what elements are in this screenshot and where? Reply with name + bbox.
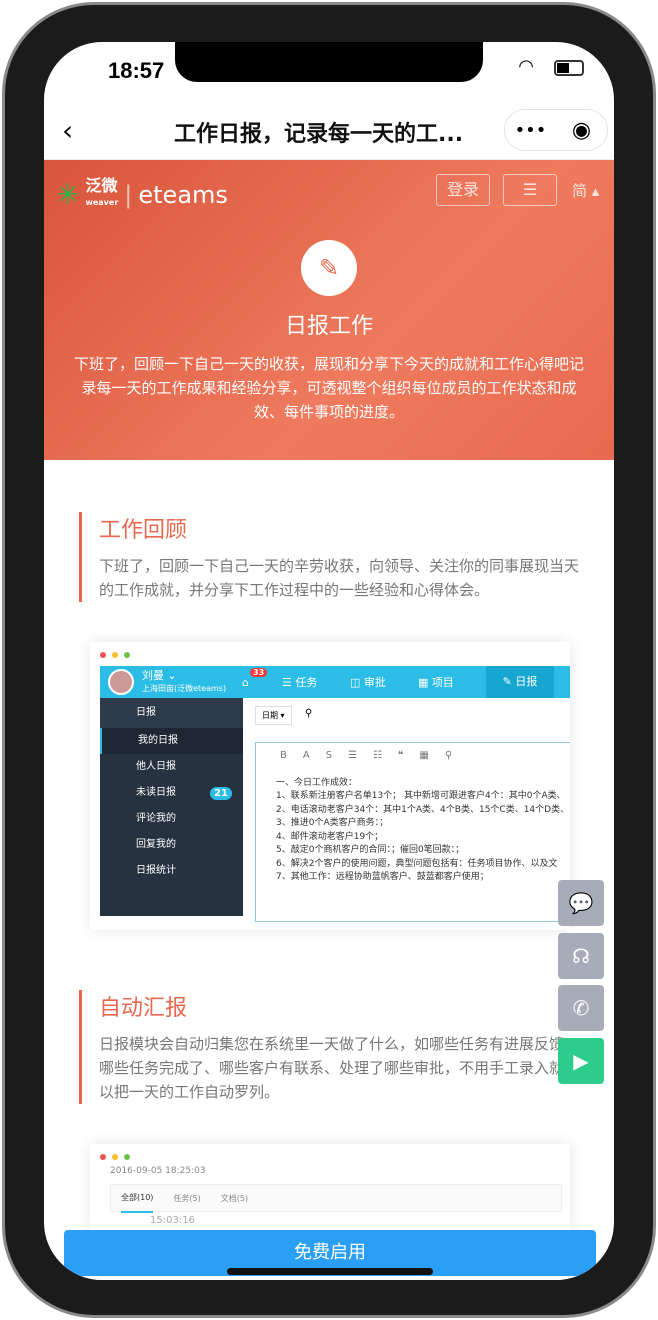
side-item: 日报统计	[136, 865, 176, 876]
headset-icon[interactable]: ☊	[558, 933, 604, 979]
side-header: 日报	[100, 698, 243, 728]
page-title: 工作日报，记录每一天的工...	[174, 122, 464, 147]
user-info: 刘曼 ⌄ 上海田亩(泛微eteams)	[142, 668, 227, 693]
language-toggle[interactable]: 简 ▴	[572, 180, 599, 201]
section-description: 日报模块会自动归集您在系统里一天做了什么，如哪些任务有进展反馈、哪些任务完成了、…	[99, 1035, 580, 1101]
report-editor: B A S ☰ ☷ ❝ ▦ ⚲ 一、今日工作成效： 1、联系新注册客户名单13个； 其中新增可跟…	[255, 742, 570, 922]
side-item: 回复我的	[136, 839, 176, 850]
battery-icon	[554, 60, 584, 76]
hero-title: 日报工作	[284, 314, 373, 339]
capsule-menu: ••• ◉	[504, 109, 608, 151]
section-auto-report: 自动汇报 日报模块会自动归集您在系统里一天做了什么，如哪些任务有进展反馈、哪些任…	[79, 990, 579, 1104]
menu-button[interactable]: ☰	[503, 174, 557, 206]
screenshot-daily-report: 刘曼 ⌄ 上海田亩(泛微eteams) ⌂ 33 ☰ 任务 ◫ 审批 ▦ 项目 ✎ …	[90, 642, 570, 930]
weaver-logo-icon: ✳	[56, 178, 80, 211]
home-icon: ⌂ 33	[242, 667, 282, 689]
report-text: 一、今日工作成效： 1、联系新注册客户名单13个； 其中新增可跟进客户4个：其中0…	[276, 777, 570, 883]
side-item: 评论我的	[136, 813, 176, 824]
side-item: 他人日报	[136, 761, 176, 772]
edit-icon: ✎	[301, 240, 357, 296]
section-title: 工作回顾	[99, 518, 188, 543]
hero-description: 下班了，回顾一下自己一天的收获，展现和分享下今天的成就和工作心得吧记录每一天的工…	[73, 355, 584, 421]
logo: ✳ 泛微 weaver | eteams	[56, 176, 228, 212]
hero-banner: ✳ 泛微 weaver | eteams 登录 ☰ 简 ▴ ✎ 日报工作 下班了，…	[44, 160, 614, 460]
screenshot-auto-report: 2016-09-05 18:25:03 全部(10) 任务(5) 文档(5) 15:…	[90, 1144, 570, 1230]
date-filter: 日期 ▾	[255, 706, 292, 725]
editor-toolbar: B A S ☰ ☷ ❝ ▦ ⚲	[280, 750, 453, 761]
close-target-icon[interactable]: ◉	[556, 118, 607, 143]
section-title: 自动汇报	[99, 996, 188, 1021]
clock: 18:57	[108, 58, 165, 83]
video-icon[interactable]: ▶	[558, 1038, 604, 1084]
window-dots	[100, 1154, 130, 1160]
window-dots	[100, 652, 130, 658]
search-icon: ⚲	[305, 708, 313, 719]
app-tab: ▦ 项目	[418, 676, 454, 689]
app-tab: ☰ 任务	[282, 676, 318, 689]
notch	[175, 42, 483, 82]
wifi-icon: ◠	[518, 56, 534, 77]
report-tabs: 全部(10) 任务(5) 文档(5)	[110, 1184, 562, 1213]
logo-divider: |	[124, 180, 133, 209]
app-header: 刘曼 ⌄ 上海田亩(泛微eteams) ⌂ 33 ☰ 任务 ◫ 审批 ▦ 项目 ✎ …	[100, 666, 570, 698]
report-date: 2016-09-05 18:25:03	[110, 1166, 206, 1176]
app-sidebar: 日报 我的日报 他人日报 未读日报 21 评论我的 回复我的 日报统计	[100, 698, 243, 916]
side-item: 我的日报	[100, 728, 243, 754]
side-item: 未读日报 21	[100, 780, 243, 806]
login-button[interactable]: 登录	[436, 174, 490, 206]
logo-cn: 泛微 weaver	[85, 176, 119, 208]
home-indicator	[227, 1268, 433, 1275]
entry-time: 15:03:16	[150, 1215, 195, 1226]
chat-icon[interactable]: 💬	[558, 880, 604, 926]
phone-screen: 18:57 ◠ ‹ 工作日报，记录每一天的工... ••• ◉ ✳ 泛微 weav…	[44, 42, 614, 1280]
back-icon[interactable]: ‹	[62, 114, 73, 147]
mini-program-nav: ‹ 工作日报，记录每一天的工... ••• ◉	[44, 100, 614, 160]
brand-name: eteams	[138, 180, 228, 209]
wechat-icon[interactable]: ✆	[558, 985, 604, 1031]
more-icon[interactable]: •••	[505, 120, 556, 141]
section-description: 下班了，回顾一下自己一天的辛劳收获，向领导、关注你的同事展现当天的工作成就，并分…	[99, 557, 580, 599]
app-tab-active: ✎ 日报	[486, 666, 554, 698]
app-tab: ◫ 审批	[350, 676, 386, 689]
section-work-review: 工作回顾 下班了，回顾一下自己一天的辛劳收获，向领导、关注你的同事展现当天的工作…	[79, 512, 579, 602]
avatar	[108, 669, 134, 695]
